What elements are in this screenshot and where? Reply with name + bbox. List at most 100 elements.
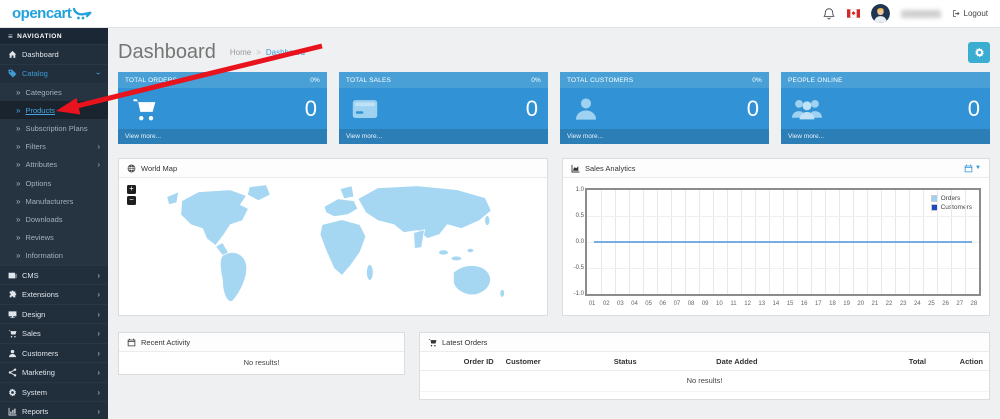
sidebar-item-catalog[interactable]: Catalog › — [0, 63, 108, 84]
table-row: No results! — [420, 370, 989, 392]
opencart-logo[interactable]: opencart — [12, 5, 93, 22]
latest-orders-empty: No results! — [420, 370, 989, 392]
table-header-row: Order ID Customer Status Date Added Total Act… — [420, 352, 989, 371]
panels-row-2: World Map + − Sales Analytics ▼ 1.0 0.5 … — [118, 158, 990, 316]
x-tick-label: 28 — [970, 301, 978, 307]
sidebar-item-reports[interactable]: Reports › — [0, 401, 108, 419]
sidebar-subitem-downloads[interactable]: » Downloads — [0, 210, 108, 228]
username-redacted — [900, 9, 941, 18]
x-tick-label: 19 — [843, 301, 850, 307]
stat-tile-people-online: PEOPLE ONLINE 0 View more... — [781, 72, 990, 144]
double-angle-icon: » — [16, 214, 21, 224]
x-tick-label: 18 — [829, 301, 836, 307]
language-flag-icon[interactable] — [846, 9, 860, 18]
tile-body: 0 — [339, 88, 548, 129]
sidebar-item-dashboard[interactable]: Dashboard — [0, 44, 108, 64]
sidebar-item-extensions[interactable]: Extensions › — [0, 284, 108, 304]
sidebar-subitem-products[interactable]: » Products — [0, 101, 108, 120]
x-tick-label: 06 — [659, 301, 667, 307]
zoom-out-button[interactable]: − — [127, 196, 136, 205]
column-header-order-id: Order ID — [420, 352, 500, 371]
column-header-customer: Customer — [499, 352, 608, 371]
x-tick-label: 05 — [645, 301, 652, 307]
double-angle-icon: » — [16, 160, 21, 170]
chart-series — [587, 190, 979, 294]
sidebar-item-label: Marketing — [22, 368, 55, 378]
globe-icon — [127, 164, 136, 173]
world-map-graphic — [166, 184, 505, 302]
cart-icon — [8, 329, 17, 338]
gear-icon — [8, 388, 17, 397]
sidebar-item-label: Sales — [22, 329, 41, 339]
breadcrumb-current[interactable]: Dashboard — [266, 48, 305, 57]
calendar-icon — [127, 338, 136, 347]
sidebar-item-cms[interactable]: CMS › — [0, 264, 108, 285]
zoom-in-button[interactable]: + — [127, 185, 136, 194]
sidebar-subitem-attributes[interactable]: » Attributes › — [0, 156, 108, 174]
sidebar-item-label: System — [22, 387, 48, 397]
cart-icon — [128, 96, 160, 122]
x-tick-label: 01 — [588, 301, 596, 307]
tile-header: TOTAL ORDERS 0% — [118, 72, 327, 88]
x-tick-label: 02 — [602, 301, 610, 307]
sidebar-subitem-subscription-plans[interactable]: » Subscription Plans — [0, 119, 108, 137]
breadcrumb: Home > Dashboard — [230, 48, 305, 57]
sidebar-subitem-options[interactable]: » Options — [0, 174, 108, 192]
avatar[interactable] — [870, 4, 890, 23]
sidebar-item-customers[interactable]: Customers › — [0, 342, 108, 363]
view-more-link[interactable]: View more... — [339, 129, 548, 144]
tile-percent: 0% — [531, 76, 541, 84]
tile-value: 0 — [525, 95, 538, 121]
double-angle-icon: » — [16, 178, 21, 188]
x-tick-label: 27 — [956, 301, 964, 307]
view-more-link[interactable]: View more... — [560, 129, 769, 144]
bell-icon[interactable] — [822, 7, 836, 21]
double-angle-icon: » — [16, 87, 21, 97]
area-chart-icon — [571, 164, 580, 173]
x-tick-label: 23 — [899, 301, 907, 307]
sidebar-subitem-label: Categories — [25, 87, 62, 97]
stat-tile-total-orders: TOTAL ORDERS 0% 0 View more... — [118, 72, 327, 144]
sidebar-menu: Dashboard Catalog › » Categories » Products » Su… — [0, 44, 108, 419]
caret-down-icon: ▼ — [975, 165, 981, 171]
sidebar-item-system[interactable]: System › — [0, 381, 108, 402]
tile-header: TOTAL CUSTOMERS 0% — [560, 72, 769, 88]
latest-orders-header: Latest Orders — [420, 333, 989, 352]
x-tick-label: 03 — [617, 301, 624, 307]
users-icon — [791, 96, 823, 122]
sidebar-subitem-label: Reviews — [25, 233, 54, 243]
opencart-admin: opencart Logout ≡ NAVIGATION Dashboard C… — [0, 0, 1000, 419]
sidebar-item-marketing[interactable]: Marketing › — [0, 362, 108, 382]
tile-body: 0 — [781, 88, 990, 129]
view-more-link[interactable]: View more... — [118, 129, 327, 144]
x-tick-label: 20 — [857, 301, 865, 307]
sales-analytics-title: Sales Analytics — [585, 163, 636, 173]
sales-analytics-panel: Sales Analytics ▼ 1.00.50.0-0.5-1.0 Orde… — [562, 158, 990, 316]
world-map[interactable]: + − — [119, 178, 547, 315]
logout-button[interactable]: Logout — [952, 9, 988, 18]
chart-range-dropdown[interactable]: ▼ — [964, 164, 981, 173]
logout-label: Logout — [963, 9, 988, 18]
sidebar-subitem-information[interactable]: » Information — [0, 247, 108, 265]
y-tick-label: 1.0 — [575, 187, 584, 193]
sidebar-item-design[interactable]: Design › — [0, 303, 108, 324]
x-tick-label: 17 — [814, 301, 822, 307]
view-more-link[interactable]: View more... — [781, 129, 990, 144]
x-tick-label: 24 — [913, 301, 921, 307]
sidebar-subitem-categories[interactable]: » Categories — [0, 83, 108, 101]
sidebar-subitem-manufacturers[interactable]: » Manufacturers — [0, 192, 108, 210]
sidebar-item-sales[interactable]: Sales › — [0, 323, 108, 343]
y-tick-label: -0.5 — [573, 265, 584, 271]
sidebar-subitem-filters[interactable]: » Filters › — [0, 138, 108, 156]
tile-header: TOTAL SALES 0% — [339, 72, 548, 88]
x-tick-label: 15 — [786, 301, 794, 307]
chart-x-axis: 01 02 03 04 05 06 07 08 09 10 11 12 13 14 15 16 17 18 19 20… — [585, 298, 981, 310]
user-icon — [570, 96, 602, 122]
sidebar-subitem-label: Options — [25, 178, 52, 188]
dashboard-settings-button[interactable] — [968, 41, 990, 63]
breadcrumb-home[interactable]: Home — [230, 48, 251, 57]
chevron-right-icon: › — [97, 160, 100, 170]
sidebar-subitem-reviews[interactable]: » Reviews — [0, 229, 108, 247]
calendar-icon — [964, 164, 973, 173]
page-title: Dashboard — [118, 40, 216, 63]
